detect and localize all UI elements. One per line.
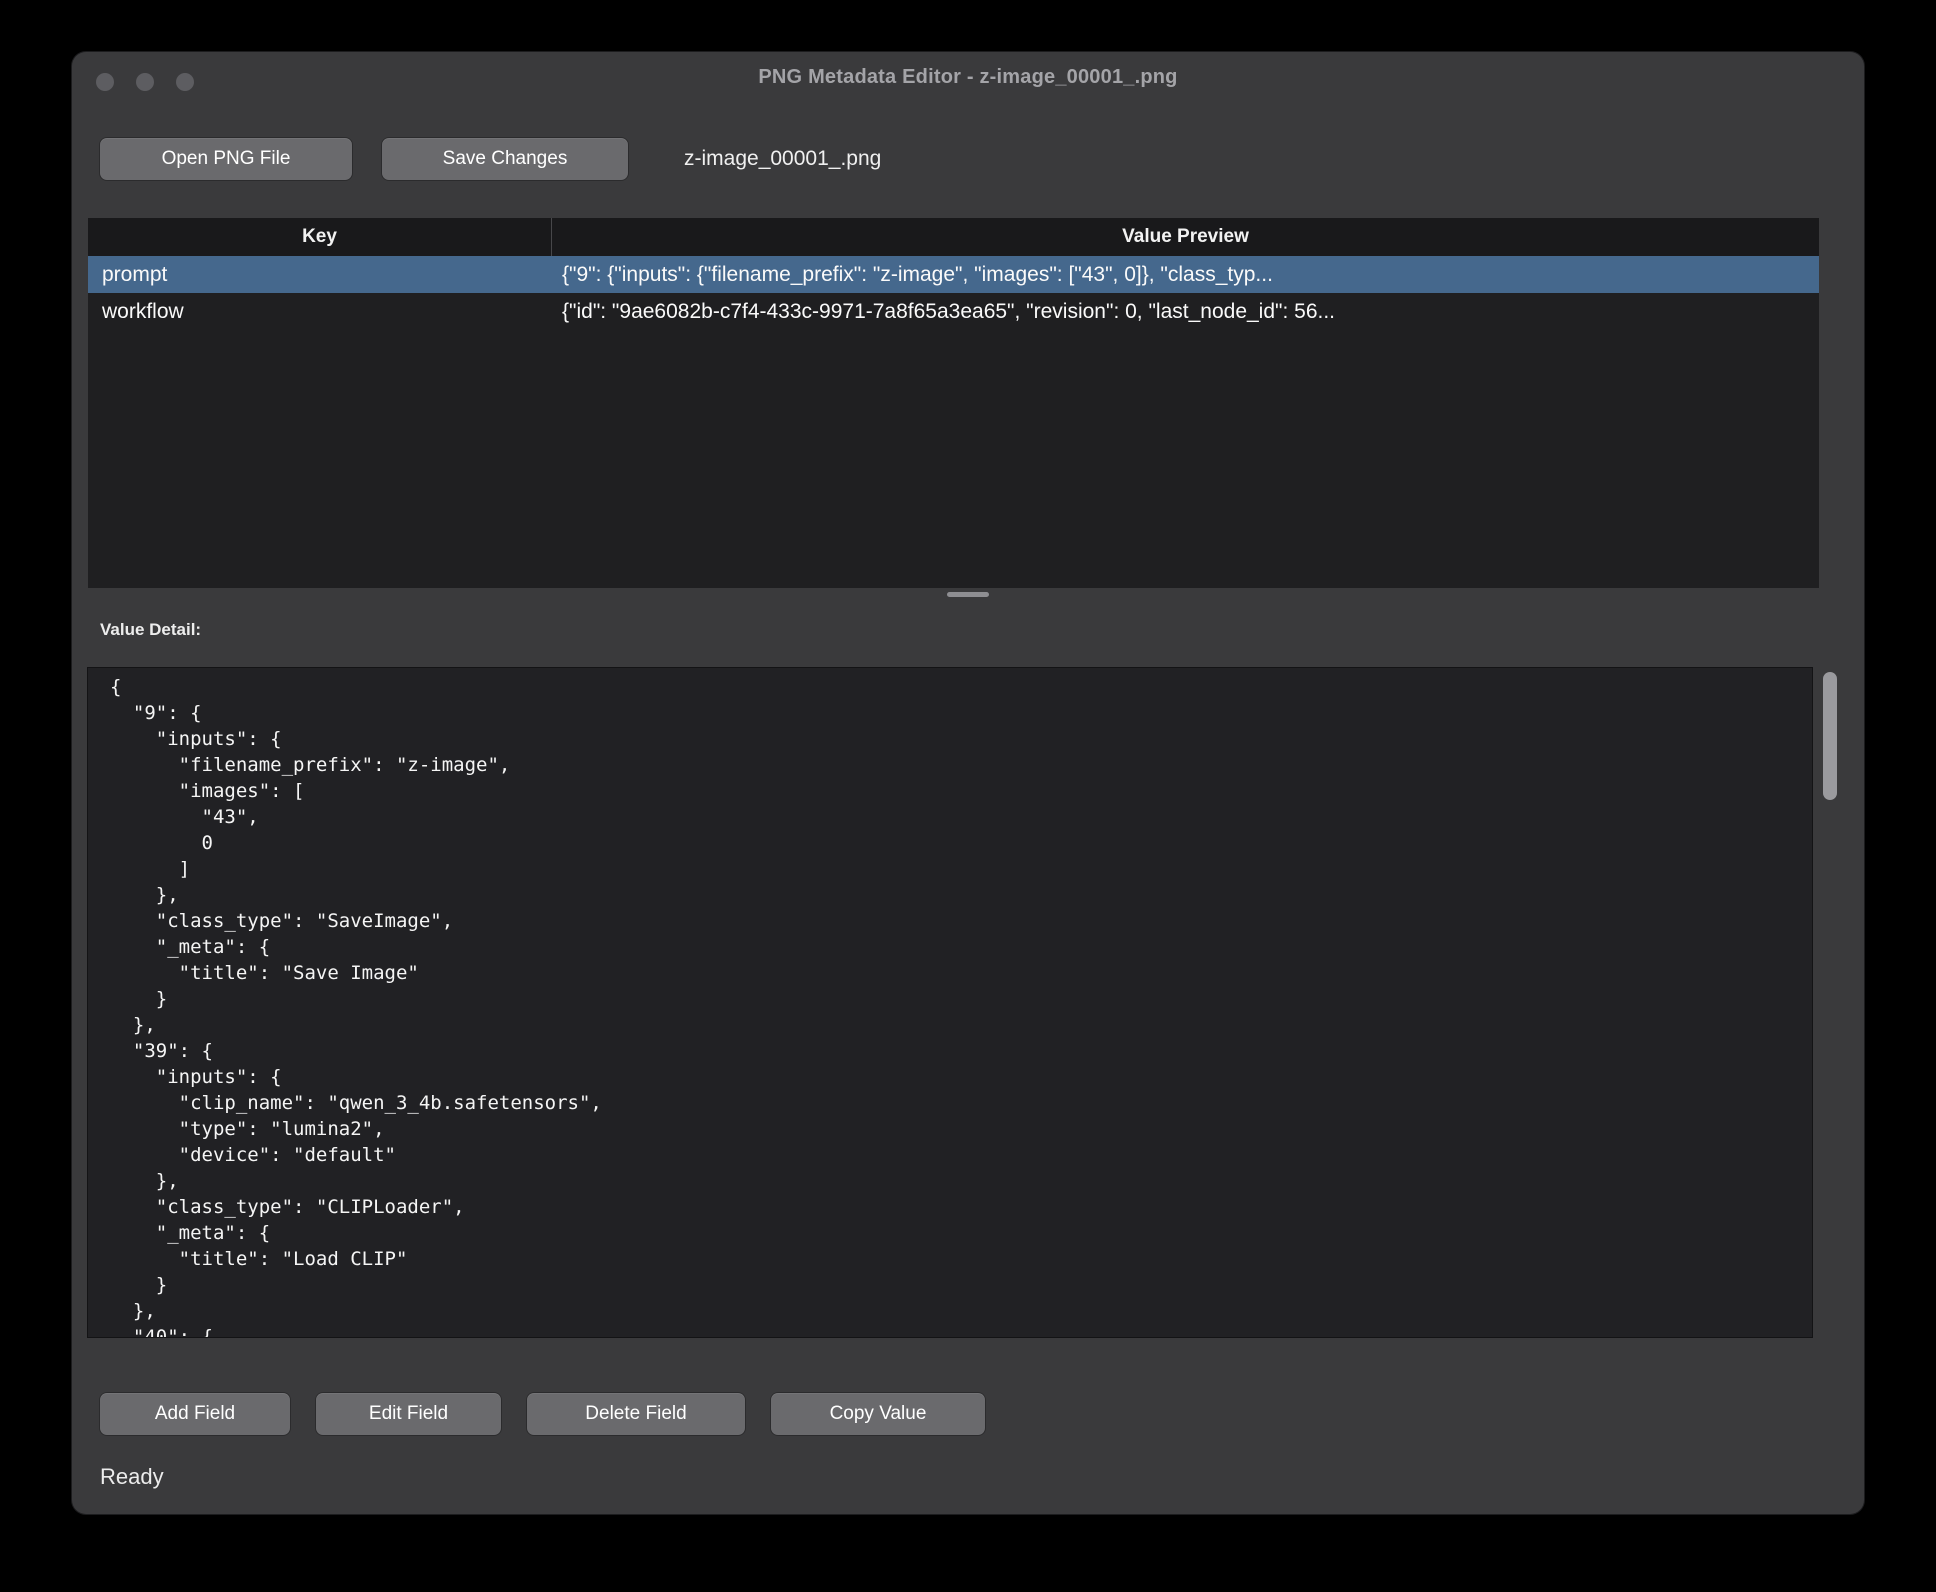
save-changes-button[interactable]: Save Changes bbox=[382, 138, 628, 180]
filename-label: z-image_00001_.png bbox=[684, 138, 881, 180]
row-preview: {"id": "9ae6082b-c7f4-433c-9971-7a8f65a3… bbox=[552, 300, 1819, 324]
zoom-button[interactable] bbox=[176, 73, 194, 91]
edit-field-button[interactable]: Edit Field bbox=[316, 1393, 501, 1435]
table-body: prompt {"9": {"inputs": {"filename_prefi… bbox=[88, 256, 1819, 330]
title-bar: PNG Metadata Editor - z-image_00001_.png bbox=[72, 52, 1864, 102]
value-preview-column-header[interactable]: Value Preview bbox=[552, 218, 1819, 256]
app-window: PNG Metadata Editor - z-image_00001_.png… bbox=[72, 52, 1864, 1514]
add-field-button[interactable]: Add Field bbox=[100, 1393, 290, 1435]
scrollbar-thumb[interactable] bbox=[1823, 672, 1837, 800]
value-detail-label: Value Detail: bbox=[100, 620, 201, 640]
row-key: prompt bbox=[88, 263, 552, 287]
value-detail-textarea[interactable]: { "9": { "inputs": { "filename_prefix": … bbox=[88, 668, 1812, 1337]
window-title: PNG Metadata Editor - z-image_00001_.png bbox=[758, 66, 1177, 89]
close-button[interactable] bbox=[96, 73, 114, 91]
status-text: Ready bbox=[100, 1464, 164, 1490]
row-preview: {"9": {"inputs": {"filename_prefix": "z-… bbox=[552, 263, 1819, 287]
detail-scrollbar[interactable] bbox=[1820, 668, 1840, 1337]
row-key: workflow bbox=[88, 300, 552, 324]
metadata-table: Key Value Preview prompt {"9": {"inputs"… bbox=[88, 218, 1819, 588]
splitter-handle[interactable] bbox=[947, 592, 989, 597]
delete-field-button[interactable]: Delete Field bbox=[527, 1393, 745, 1435]
table-row[interactable]: workflow {"id": "9ae6082b-c7f4-433c-9971… bbox=[88, 293, 1819, 330]
table-header: Key Value Preview bbox=[88, 218, 1819, 256]
minimize-button[interactable] bbox=[136, 73, 154, 91]
traffic-lights bbox=[96, 73, 194, 91]
table-row[interactable]: prompt {"9": {"inputs": {"filename_prefi… bbox=[88, 256, 1819, 293]
key-column-header[interactable]: Key bbox=[88, 218, 552, 256]
copy-value-button[interactable]: Copy Value bbox=[771, 1393, 985, 1435]
open-png-button[interactable]: Open PNG File bbox=[100, 138, 352, 180]
